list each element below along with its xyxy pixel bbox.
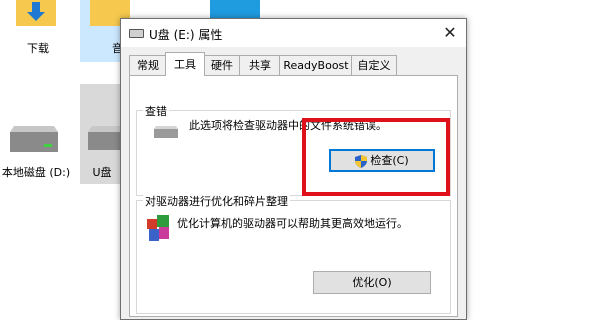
picture-folder-icon [210,0,260,18]
tools-panel: 查错 此选项将检查驱动器中的文件系统错误。 检查(C) 对驱动器进行优化和碎片整… [129,75,458,317]
optimize-group: 对驱动器进行优化和碎片整理 优化计算机的驱动器可以帮助其更高效地运行。 优化(O… [136,193,451,314]
usb-drive-icon [88,126,124,150]
drive-label: U盘 [92,166,112,179]
tab-sharing[interactable]: 共享 [239,55,281,75]
group-title: 查错 [143,103,169,119]
tab-tools[interactable]: 工具 [165,52,205,76]
tab-hardware[interactable]: 硬件 [203,55,241,75]
folder-label: 下载 [27,42,49,55]
dialog-title: U盘 (E:) 属性 [149,28,223,42]
drive-icon [154,126,178,138]
error-check-group: 查错 此选项将检查驱动器中的文件系统错误。 检查(C) [136,103,451,196]
shield-icon [355,154,368,168]
close-button[interactable]: ✕ [440,23,460,43]
hard-drive-icon [10,126,58,152]
defrag-icon [147,215,169,241]
properties-dialog: U盘 (E:) 属性 ✕ 常规 工具 硬件 共享 ReadyBoost 自定义 … [120,18,467,320]
usb-drive-icon [129,29,144,38]
download-folder-icon [16,0,56,26]
drive-label: 本地磁盘 (D:) [1,166,71,179]
folder-downloads[interactable]: 下载 [0,0,76,62]
drive-d[interactable]: 本地磁盘 (D:) [0,120,72,220]
error-check-description: 此选项将检查驱动器中的文件系统错误。 [189,119,387,132]
tab-customize[interactable]: 自定义 [351,55,397,75]
tab-readyboost[interactable]: ReadyBoost [279,55,353,75]
check-button-label: 检查(C) [370,154,409,167]
drive-usb[interactable]: U盘 [80,84,124,184]
optimize-description: 优化计算机的驱动器可以帮助其更高效地运行。 [177,217,408,230]
optimize-button[interactable]: 优化(O) [313,271,431,294]
folder-music[interactable]: 音 [80,0,130,62]
title-bar[interactable]: U盘 (E:) 属性 ✕ [121,19,466,47]
check-button[interactable]: 检查(C) [329,149,435,172]
group-title: 对驱动器进行优化和碎片整理 [143,193,290,209]
tab-general[interactable]: 常规 [129,55,167,75]
